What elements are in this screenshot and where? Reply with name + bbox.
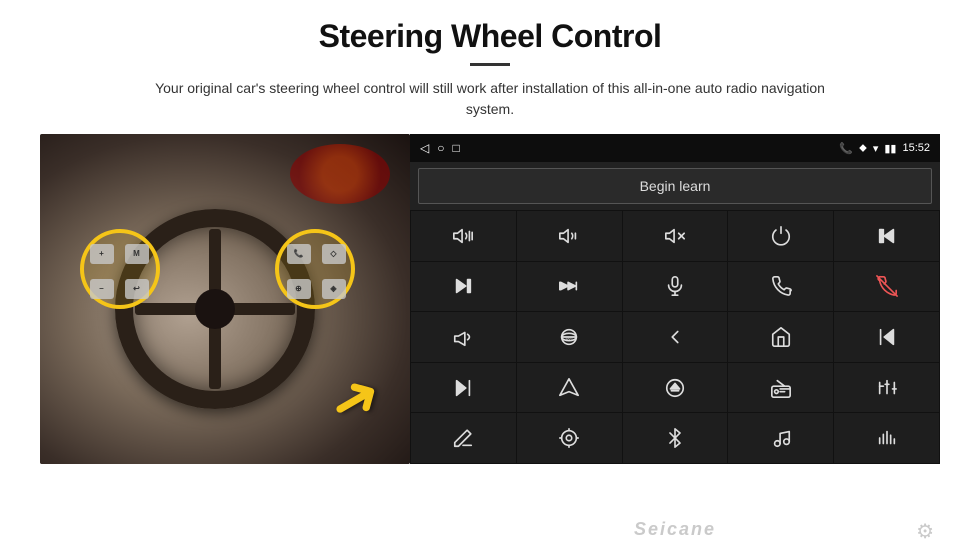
mic-icon [664, 275, 686, 297]
grid-cell-prev-track[interactable] [834, 211, 939, 261]
begin-learn-row: Begin learn [410, 162, 940, 210]
horn-icon [452, 326, 474, 348]
steering-wheel-center [195, 289, 235, 329]
dashboard-background [290, 144, 390, 204]
sound-bars-icon [876, 427, 898, 449]
ff-track-icon [558, 275, 580, 297]
grid-cell-settings2[interactable] [517, 413, 622, 463]
power-icon [770, 225, 792, 247]
music-icon [770, 427, 792, 449]
phone-status-icon: 📞 [839, 142, 853, 155]
sw-btn-back: ↩ [125, 279, 149, 299]
prev-track-icon [876, 225, 898, 247]
seicane-watermark: Seicane [634, 519, 716, 540]
vol-down-icon [558, 225, 580, 247]
page-container: Steering Wheel Control Your original car… [0, 0, 980, 548]
sw-btn-src: ◈ [322, 279, 346, 299]
svg-text:360°: 360° [566, 338, 574, 342]
grid-cell-hang-up[interactable] [834, 262, 939, 312]
sw-btn-minus: – [90, 279, 114, 299]
grid-cell-skip-back[interactable] [834, 312, 939, 362]
grid-cell-eject[interactable] [623, 363, 728, 413]
grid-cell-ff-track[interactable] [517, 262, 622, 312]
sw-btn-mute: ⊕ [287, 279, 311, 299]
home-icon [770, 326, 792, 348]
nav-icon [558, 377, 580, 399]
page-title: Steering Wheel Control [319, 18, 662, 55]
status-bar-right: 📞 ⬥ ▾ ▮▮ 15:52 [839, 142, 930, 155]
begin-learn-button[interactable]: Begin learn [418, 168, 932, 204]
grid-cell-skip-fwd[interactable] [411, 363, 516, 413]
grid-cell-power[interactable] [728, 211, 833, 261]
android-screen-wrapper: ◁ ○ □ 📞 ⬥ ▾ ▮▮ 15:52 Begin learn [410, 134, 940, 548]
recents-icon: □ [452, 141, 459, 155]
gear-settings-icon[interactable]: ⚙ [916, 519, 934, 544]
phone-icon [770, 275, 792, 297]
skip-fwd-icon [452, 377, 474, 399]
grid-cell-nav[interactable] [517, 363, 622, 413]
right-buttons-group: 📞 ◇ ⊕ ◈ [282, 237, 350, 305]
grid-cell-bluetooth[interactable] [623, 413, 728, 463]
back-icon: ◁ [420, 141, 429, 155]
vol-up-icon [452, 225, 474, 247]
icon-grid: 360° [410, 210, 940, 464]
grid-cell-horn[interactable] [411, 312, 516, 362]
status-bar: ◁ ○ □ 📞 ⬥ ▾ ▮▮ 15:52 [410, 134, 940, 162]
grid-cell-back[interactable] [623, 312, 728, 362]
sw-btn-call: 📞 [287, 244, 311, 264]
wifi-icon: ▾ [873, 142, 879, 155]
grid-cell-mute[interactable] [623, 211, 728, 261]
grid-cell-home[interactable] [728, 312, 833, 362]
status-bar-left: ◁ ○ □ [420, 141, 460, 155]
home-icon: ○ [437, 141, 444, 155]
grid-cell-pen[interactable] [411, 413, 516, 463]
grid-cell-360-cam[interactable]: 360° [517, 312, 622, 362]
bluetooth-icon [664, 427, 686, 449]
settings2-icon [558, 427, 580, 449]
grid-cell-next-track[interactable] [411, 262, 516, 312]
title-divider [470, 63, 510, 66]
grid-cell-vol-up[interactable] [411, 211, 516, 261]
grid-cell-radio[interactable] [728, 363, 833, 413]
sw-btn-vol: ◇ [322, 244, 346, 264]
hang-up-icon [876, 275, 898, 297]
back-icon [664, 326, 686, 348]
radio-icon [770, 377, 792, 399]
grid-cell-equalizer[interactable] [834, 363, 939, 413]
location-icon: ⬥ [859, 142, 867, 155]
left-buttons-group: + M – ↩ [85, 237, 153, 305]
vol-mute-icon [664, 225, 686, 247]
grid-cell-phone[interactable] [728, 262, 833, 312]
grid-cell-music[interactable] [728, 413, 833, 463]
skip-back-icon [876, 326, 898, 348]
next-track-icon [452, 275, 474, 297]
sw-btn-plus: + [90, 244, 114, 264]
android-screen: ◁ ○ □ 📞 ⬥ ▾ ▮▮ 15:52 Begin learn [410, 134, 940, 464]
content-row: + M – ↩ 📞 ◇ ⊕ ◈ ➜ ◁ ○ [40, 134, 940, 548]
eject-icon [664, 377, 686, 399]
grid-cell-mic[interactable] [623, 262, 728, 312]
grid-cell-vol-down[interactable] [517, 211, 622, 261]
steering-wheel-image: + M – ↩ 📞 ◇ ⊕ ◈ ➜ [40, 134, 410, 464]
pen-icon [452, 427, 474, 449]
sw-btn-mode: M [125, 244, 149, 264]
360-cam-icon: 360° [558, 326, 580, 348]
equalizer-icon [876, 377, 898, 399]
grid-cell-sound-bars[interactable] [834, 413, 939, 463]
clock: 15:52 [902, 142, 930, 154]
battery-icon: ▮▮ [884, 142, 896, 155]
page-subtitle: Your original car's steering wheel contr… [140, 78, 840, 120]
